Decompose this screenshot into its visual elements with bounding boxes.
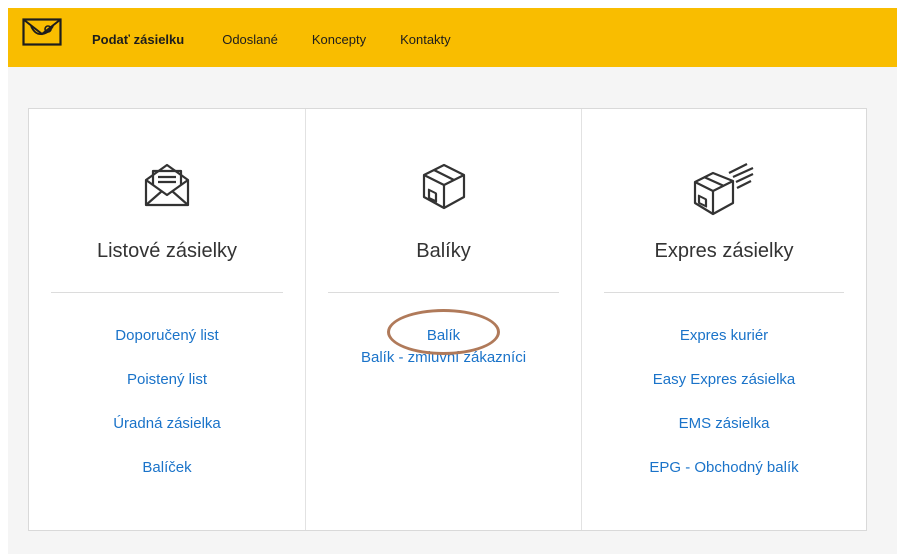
link-balicek[interactable]: Balíček: [29, 457, 305, 479]
column-listove-zasielky: Listové zásielky Doporučený list Poisten…: [29, 109, 305, 530]
column-baliky: Balíky Balík Balík - zmluvní zákazníci: [305, 109, 581, 530]
link-doporuceny-list[interactable]: Doporučený list: [29, 325, 305, 347]
column-title: Expres zásielky: [654, 240, 794, 262]
link-balik-zmluvni-zakaznici[interactable]: Balík - zmluvní zákazníci: [306, 347, 581, 369]
divider: [604, 292, 844, 293]
link-ems-zasielka[interactable]: EMS zásielka: [582, 413, 866, 435]
link-list: Expres kuriér Easy Expres zásielka EMS z…: [582, 325, 866, 501]
shipment-type-card: Listové zásielky Doporučený list Poisten…: [28, 108, 867, 531]
posthorn-envelope-icon[interactable]: [22, 18, 62, 46]
nav-odoslane[interactable]: Odoslané: [222, 32, 278, 47]
main-nav: Podať zásielku Odoslané Koncepty Kontakt…: [92, 32, 485, 47]
link-poisteny-list[interactable]: Poistený list: [29, 369, 305, 391]
express-package-icon: [693, 163, 754, 216]
nav-koncepty[interactable]: Koncepty: [312, 32, 366, 47]
package-box-icon: [422, 163, 465, 210]
link-balik[interactable]: Balík: [306, 325, 581, 347]
nav-kontakty[interactable]: Kontakty: [400, 32, 451, 47]
divider: [51, 292, 283, 293]
link-uradna-zasielka[interactable]: Úradná zásielka: [29, 413, 305, 435]
nav-podat-zasielku[interactable]: Podať zásielku: [92, 32, 184, 47]
link-easy-expres-zasielka[interactable]: Easy Expres zásielka: [582, 369, 866, 391]
link-list: Balík Balík - zmluvní zákazníci: [306, 325, 581, 369]
column-title: Balíky: [416, 240, 471, 262]
top-navigation-bar: Podať zásielku Odoslané Koncepty Kontakt…: [8, 8, 897, 67]
link-expres-kurier[interactable]: Expres kuriér: [582, 325, 866, 347]
column-expres-zasielky: Expres zásielky Expres kuriér Easy Expre…: [581, 109, 866, 530]
link-epg-obchodny-balik[interactable]: EPG - Obchodný balík: [582, 457, 866, 479]
divider: [328, 292, 559, 293]
link-list: Doporučený list Poistený list Úradná zás…: [29, 325, 305, 501]
open-envelope-letter-icon: [144, 163, 190, 207]
column-title: Listové zásielky: [96, 240, 238, 262]
